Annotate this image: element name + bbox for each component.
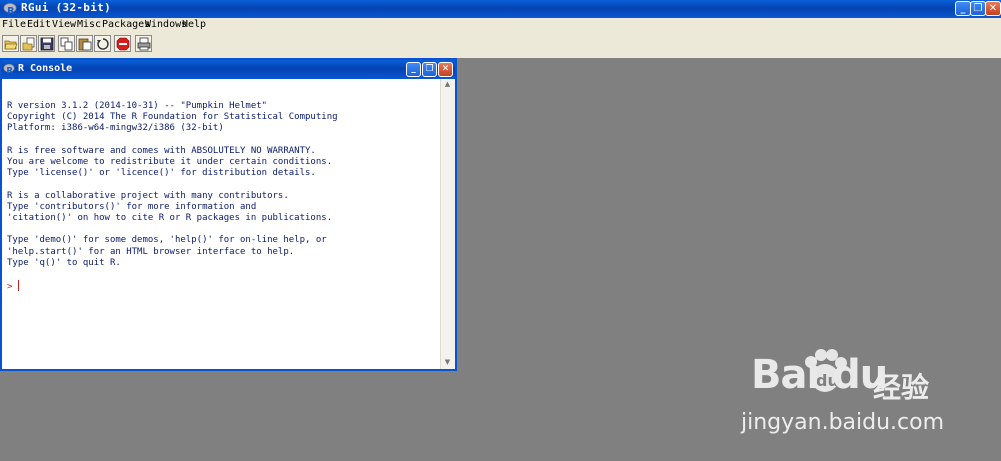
stop-button[interactable]	[114, 35, 131, 52]
console-prompt: >	[7, 282, 13, 292]
open-script-icon	[4, 40, 18, 50]
console-line: Type 'contributors()' for more informati…	[7, 201, 257, 212]
print-icon	[137, 37, 151, 51]
console-line: R is a collaborative project with many c…	[7, 190, 289, 201]
copy-paste-icon	[97, 38, 109, 50]
close-button[interactable]: ✕	[985, 1, 1001, 16]
console-text: R version 3.1.2 (2014-10-31) -- "Pumpkin…	[7, 101, 338, 269]
console-line: Copyright (C) 2014 The R Foundation for …	[7, 112, 338, 123]
minimize-icon: _	[411, 64, 416, 74]
copy-button[interactable]	[58, 35, 75, 52]
menu-help[interactable]: Help	[182, 19, 206, 30]
svg-text:R: R	[7, 6, 15, 16]
menubar: File Edit View Misc Packages Windows Hel…	[0, 18, 1001, 33]
close-icon: ✕	[988, 3, 998, 14]
watermark: du Bai du 经验 jingyan.baidu.com	[741, 349, 961, 452]
svg-text:R: R	[6, 66, 13, 75]
r-logo-icon: R	[3, 3, 17, 16]
stop-icon	[116, 37, 130, 51]
console-title: R Console	[18, 63, 73, 74]
load-workspace-button[interactable]	[20, 35, 37, 52]
console-line: R is free software and comes with ABSOLU…	[7, 145, 316, 156]
menu-file[interactable]: File	[2, 19, 26, 30]
restore-button[interactable]: ❐	[970, 1, 986, 16]
console-vertical-scrollbar[interactable]: ▲ ▼	[440, 79, 455, 369]
console-titlebar[interactable]: R R Console _ ❐ ✕	[2, 60, 455, 79]
minimize-button[interactable]: _	[955, 1, 971, 16]
restore-icon: ❐	[973, 3, 983, 14]
console-line: R version 3.1.2 (2014-10-31) -- "Pumpkin…	[7, 101, 268, 111]
console-line: Type 'license()' or 'licence()' for dist…	[7, 168, 316, 179]
console-line: Type 'q()' to quit R.	[7, 257, 121, 268]
watermark-logo-text: Bai du	[751, 352, 888, 398]
menu-misc[interactable]: Misc	[77, 19, 101, 30]
console-maximize-button[interactable]: ❐	[422, 62, 437, 77]
console-line: 'citation()' on how to cite R or R packa…	[7, 213, 333, 224]
r-logo-icon: R	[3, 63, 15, 75]
close-icon: ✕	[441, 64, 450, 74]
watermark-cn-text: 经验	[873, 371, 930, 404]
paste-button[interactable]	[76, 35, 93, 52]
minimize-icon: _	[960, 3, 966, 14]
console-line: Platform: i386-w64-mingw32/i386 (32-bit)	[7, 123, 224, 134]
save-button[interactable]	[38, 35, 55, 52]
console-line: Type 'demo()' for some demos, 'help()' f…	[7, 235, 327, 246]
toolbar	[0, 33, 1001, 56]
load-workspace-icon	[22, 37, 35, 51]
app-title: RGui (32-bit)	[21, 1, 111, 14]
copy-paste-button[interactable]	[94, 35, 111, 52]
text-cursor	[18, 280, 19, 291]
scroll-up-icon[interactable]: ▲	[443, 80, 452, 89]
menu-edit[interactable]: Edit	[27, 19, 51, 30]
paste-icon	[78, 38, 92, 51]
menu-packages[interactable]: Packages	[102, 19, 150, 30]
console-line: You are welcome to redistribute it under…	[7, 157, 333, 168]
console-close-button[interactable]: ✕	[438, 62, 453, 77]
print-button[interactable]	[135, 35, 152, 52]
r-console-window[interactable]: R R Console _ ❐ ✕ R version 3.1.2 (2014-…	[0, 58, 457, 371]
menu-view[interactable]: View	[52, 19, 76, 30]
scroll-down-icon[interactable]: ▼	[443, 358, 452, 367]
menu-windows[interactable]: Windows	[145, 19, 187, 30]
console-minimize-button[interactable]: _	[406, 62, 421, 77]
open-script-button[interactable]	[2, 35, 19, 52]
maximize-icon: ❐	[425, 64, 434, 74]
save-icon	[40, 37, 54, 51]
console-line: 'help.start()' for an HTML browser inter…	[7, 246, 295, 257]
watermark-url: jingyan.baidu.com	[741, 410, 945, 435]
console-output[interactable]: R version 3.1.2 (2014-10-31) -- "Pumpkin…	[2, 79, 441, 369]
app-titlebar[interactable]: R RGui (32-bit) _ ❐ ✕	[0, 0, 1001, 18]
copy-icon	[60, 37, 73, 51]
